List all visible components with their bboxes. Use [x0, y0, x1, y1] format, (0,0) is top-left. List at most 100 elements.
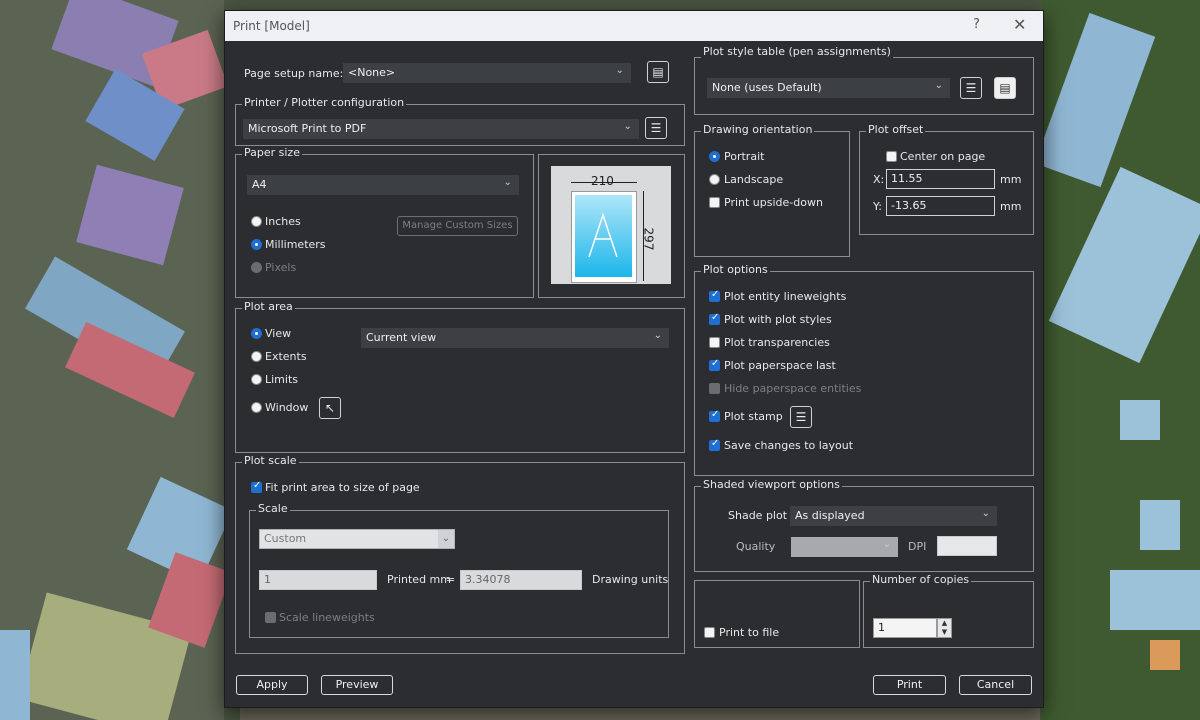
save-changes-checkbox[interactable] [709, 438, 720, 451]
inches-label: Inches [265, 215, 301, 228]
shade-plot-label: Shade plot [728, 509, 788, 522]
printer-value: Microsoft Print to PDF [248, 122, 367, 135]
print-dialog: Print [Model] ? ✕ Page setup name: <None… [224, 10, 1044, 708]
cancel-button[interactable]: Cancel [959, 675, 1032, 695]
radio-landscape[interactable] [709, 174, 720, 185]
portrait-label: Portrait [724, 150, 765, 163]
plot-options-legend: Plot options [701, 263, 770, 276]
save-changes-label: Save changes to layout [724, 439, 854, 452]
plot-view-value: Current view [366, 331, 437, 344]
radio-view[interactable] [251, 328, 262, 339]
printable-area [575, 195, 632, 277]
paperspace-last-checkbox[interactable] [709, 358, 720, 371]
copies-input[interactable]: 1 [873, 618, 937, 638]
paper-size-value: A4 [252, 178, 267, 191]
offset-y-unit: mm [1000, 200, 1022, 213]
copies-spinner[interactable]: ▲ ▼ [937, 618, 952, 638]
offset-x-input[interactable]: 11.55 [886, 169, 995, 189]
radio-window[interactable] [251, 402, 262, 413]
manage-custom-sizes-button[interactable]: Manage Custom Sizes [397, 216, 518, 236]
paper-size-legend: Paper size [242, 146, 302, 159]
page-setup-combo[interactable]: <None> ⌄ [343, 63, 631, 83]
quality-combo[interactable]: ⌄ [791, 537, 898, 557]
plot-offset-legend: Plot offset [866, 123, 926, 136]
hide-paperspace-label: Hide paperspace entities [724, 382, 862, 395]
plot-stamp-label: Plot stamp [724, 410, 783, 423]
scale-value: Custom [264, 532, 307, 545]
close-icon[interactable]: ✕ [1013, 15, 1026, 34]
center-on-page-label: Center on page [900, 150, 986, 163]
landscape-label: Landscape [724, 173, 784, 186]
radio-limits[interactable] [251, 374, 262, 385]
plot-styles-checkbox[interactable] [709, 312, 720, 325]
paper-sheet [571, 191, 637, 283]
radio-portrait[interactable] [709, 151, 720, 162]
shaded-viewport-group: Shaded viewport options [694, 478, 1034, 572]
page-setup-label: Page setup name: [244, 67, 344, 80]
upside-down-checkbox[interactable] [709, 197, 720, 208]
equals-sign: = [446, 573, 456, 586]
dpi-input[interactable] [937, 536, 997, 556]
scale-lineweights-label: Scale lineweights [279, 611, 375, 624]
printed-mm-input[interactable]: 1 [259, 570, 377, 590]
scale-lineweights-checkbox[interactable] [265, 612, 276, 623]
paper-size-combo[interactable]: A4 ⌄ [247, 175, 519, 195]
plot-transparencies-checkbox[interactable] [709, 337, 720, 348]
limits-label: Limits [265, 373, 298, 386]
radio-pixels[interactable] [251, 262, 262, 273]
view-label: View [265, 327, 292, 340]
orientation-legend: Drawing orientation [701, 123, 815, 136]
center-on-page-checkbox[interactable] [886, 151, 897, 162]
radio-extents[interactable] [251, 351, 262, 362]
radio-millimeters[interactable] [251, 239, 262, 250]
window-label: Window [265, 401, 309, 414]
fit-to-page-checkbox[interactable] [251, 480, 262, 493]
print-to-file-checkbox[interactable] [704, 627, 715, 638]
scale-legend: Scale [256, 502, 290, 515]
plot-stamp-checkbox[interactable] [709, 409, 720, 422]
chevron-down-icon: ⌄ [653, 330, 662, 341]
chevron-down-icon: ⌄ [615, 65, 624, 76]
chevron-down-icon: ⌄ [882, 539, 891, 550]
shaded-viewport-legend: Shaded viewport options [701, 478, 842, 491]
preview-button[interactable]: Preview [321, 675, 393, 695]
page-setup-import-icon[interactable]: ▤ [647, 61, 669, 83]
new-plot-style-icon[interactable]: ▤ [994, 77, 1016, 99]
apply-button[interactable]: Apply [236, 675, 308, 695]
plot-transparencies-label: Plot transparencies [724, 336, 830, 349]
plot-view-combo[interactable]: Current view ⌄ [361, 328, 669, 348]
pick-window-cursor-icon[interactable]: ↖ [319, 397, 341, 419]
print-to-file-label: Print to file [719, 626, 780, 639]
radio-inches[interactable] [251, 216, 262, 227]
printer-legend: Printer / Plotter configuration [242, 96, 407, 109]
drawing-units-input[interactable]: 3.34078 [460, 570, 582, 590]
dialog-title: Print [Model] [233, 19, 310, 33]
plot-lineweights-label: Plot entity lineweights [724, 290, 847, 303]
plot-area-legend: Plot area [242, 300, 295, 313]
orientation-group: Drawing orientation [694, 123, 850, 257]
plot-stamp-settings-icon[interactable]: ☰ [790, 406, 812, 428]
printer-properties-icon[interactable]: ☰ [645, 117, 667, 139]
upside-down-label: Print upside-down [724, 196, 823, 209]
plot-lineweights-checkbox[interactable] [709, 289, 720, 302]
extents-label: Extents [265, 350, 307, 363]
paperspace-last-label: Plot paperspace last [724, 359, 836, 372]
printer-combo[interactable]: Microsoft Print to PDF ⌄ [243, 119, 639, 139]
plot-style-legend: Plot style table (pen assignments) [701, 45, 893, 58]
scale-combo[interactable]: Custom ⌄ [259, 529, 455, 549]
hide-paperspace-checkbox[interactable] [709, 383, 720, 394]
width-dimension-line [571, 182, 637, 183]
plot-scale-legend: Plot scale [242, 454, 299, 467]
shade-plot-combo[interactable]: As displayed ⌄ [790, 506, 997, 526]
print-button[interactable]: Print [873, 675, 946, 695]
plot-style-combo[interactable]: None (uses Default) ⌄ [707, 78, 950, 98]
a-letter-icon [588, 212, 618, 258]
offset-y-input[interactable]: -13.65 [886, 196, 995, 216]
plot-styles-label: Plot with plot styles [724, 313, 832, 326]
plot-style-value: None (uses Default) [712, 81, 822, 94]
help-icon[interactable]: ? [973, 17, 980, 32]
fit-to-page-label: Fit print area to size of page [265, 481, 420, 494]
dpi-label: DPI [908, 540, 927, 553]
drawing-units-label: Drawing units [592, 573, 669, 586]
plot-style-settings-icon[interactable]: ☰ [960, 77, 982, 99]
